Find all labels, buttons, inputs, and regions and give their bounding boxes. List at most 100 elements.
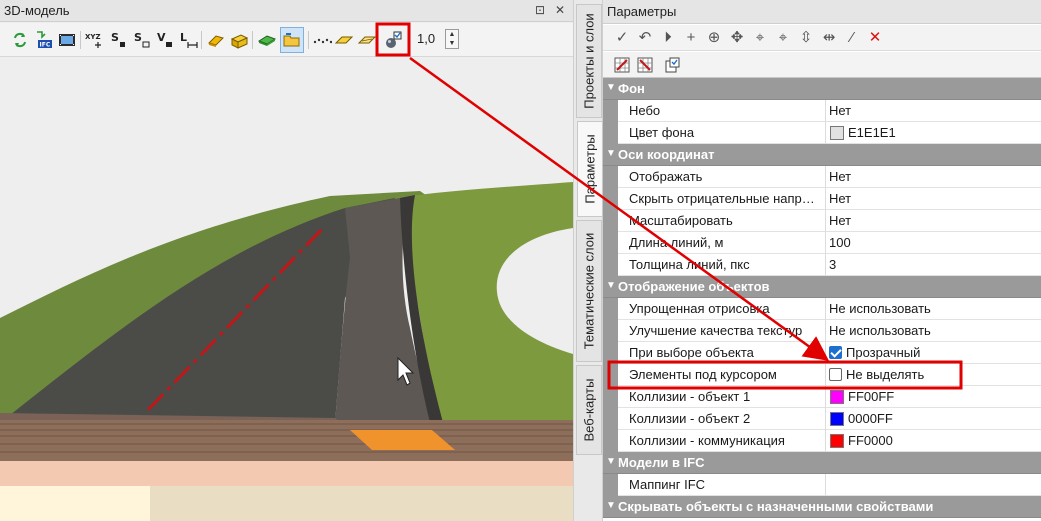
- chevron-down-icon[interactable]: ▼: [606, 455, 616, 469]
- s-point-icon[interactable]: S: [109, 30, 129, 50]
- undo-icon[interactable]: ↶: [636, 29, 654, 47]
- property-value[interactable]: Нет: [829, 103, 851, 118]
- group-header[interactable]: ▼ Модели в IFC: [603, 452, 1041, 474]
- property-value[interactable]: Нет: [829, 213, 851, 228]
- property-value[interactable]: 3: [829, 257, 836, 272]
- crosshair-icon[interactable]: ⊕: [705, 29, 723, 47]
- property-row[interactable]: Скрыть отрицательные напр… Нет: [603, 188, 1041, 210]
- folder-highlight-icon[interactable]: [282, 30, 302, 50]
- property-value[interactable]: E1E1E1: [848, 125, 896, 140]
- group-header[interactable]: ▼ Оси координат: [603, 144, 1041, 166]
- layer-green-icon[interactable]: [257, 30, 277, 50]
- grid-check-icon[interactable]: [613, 56, 631, 74]
- row-gutter: [603, 408, 618, 430]
- move-icon[interactable]: ✥: [728, 29, 746, 47]
- box-select-icon[interactable]: [229, 30, 249, 50]
- plane-outline-icon[interactable]: [357, 30, 377, 50]
- column-divider: [825, 254, 826, 276]
- ifc-import-icon[interactable]: IFC: [34, 30, 54, 50]
- spin-down-icon[interactable]: ▼: [446, 39, 458, 48]
- property-row[interactable]: Длина линий, м 100: [603, 232, 1041, 254]
- eraser-icon[interactable]: [206, 30, 226, 50]
- property-row[interactable]: Небо Нет: [603, 100, 1041, 122]
- select-text-icon[interactable]: ⌖: [774, 29, 792, 47]
- spin-up-icon[interactable]: ▲: [446, 30, 458, 39]
- property-value[interactable]: Не использовать: [829, 301, 931, 316]
- chevron-down-icon[interactable]: ▼: [606, 81, 616, 95]
- property-value[interactable]: Нет: [829, 191, 851, 206]
- toolbar-separator: [252, 31, 253, 49]
- property-row[interactable]: Коллизии - объект 1 FF00FF: [603, 386, 1041, 408]
- chevron-down-icon[interactable]: ▼: [606, 279, 616, 293]
- color-swatch[interactable]: [830, 412, 844, 426]
- zoom-spinner[interactable]: ▲ ▼: [445, 29, 459, 49]
- step-icon[interactable]: ⏵: [659, 29, 677, 47]
- tab-projects-layers[interactable]: Проекты и слои: [576, 4, 602, 118]
- property-row[interactable]: Улучшение качества текстур Не использоват…: [603, 320, 1041, 342]
- xyz-icon[interactable]: XYZ: [85, 30, 105, 50]
- delete-icon[interactable]: ✕: [866, 29, 884, 47]
- property-value[interactable]: Не выделять: [846, 367, 924, 382]
- row-gutter: [603, 430, 618, 452]
- property-name: Улучшение качества текстур: [629, 323, 803, 338]
- tab-parameters[interactable]: Параметры: [577, 121, 603, 217]
- property-value[interactable]: 100: [829, 235, 851, 250]
- row-gutter: [603, 474, 618, 496]
- property-value[interactable]: Не использовать: [829, 323, 931, 338]
- row-gutter: [603, 254, 618, 276]
- split-icon[interactable]: ⇹: [820, 29, 838, 47]
- toolbar-separator: [80, 31, 81, 49]
- property-value[interactable]: Прозрачный: [846, 345, 920, 360]
- tab-thematic-layers[interactable]: Тематические слои: [576, 220, 602, 362]
- property-row[interactable]: Маппинг IFC: [603, 474, 1041, 496]
- tab-label: Параметры: [582, 134, 598, 204]
- l-length-icon[interactable]: L: [178, 30, 198, 50]
- property-row[interactable]: При выборе объекта Прозрачный: [603, 342, 1041, 364]
- 3d-viewport[interactable]: [0, 58, 573, 521]
- film-icon[interactable]: [57, 30, 77, 50]
- group-header[interactable]: ▼ Отображение объектов: [603, 276, 1041, 298]
- cursor-highlight-icon[interactable]: [383, 30, 403, 50]
- select-point-icon[interactable]: ⌖: [751, 29, 769, 47]
- check-icon[interactable]: ✓: [613, 29, 631, 47]
- property-value[interactable]: FF0000: [848, 433, 893, 448]
- group-header[interactable]: ▼ Скрывать объекты с назначенными свойств…: [603, 496, 1041, 518]
- viewer-toolbar: IFC XYZ S S V L: [0, 23, 573, 57]
- chevron-down-icon[interactable]: ▼: [606, 499, 616, 513]
- s-area-icon[interactable]: S: [132, 30, 152, 50]
- float-icon[interactable]: ⊡: [532, 2, 548, 18]
- column-divider: [825, 386, 826, 408]
- property-row[interactable]: Отображать Нет: [603, 166, 1041, 188]
- property-value[interactable]: FF00FF: [848, 389, 894, 404]
- plane-icon[interactable]: [334, 30, 354, 50]
- grid-cross-icon[interactable]: [636, 56, 654, 74]
- property-row[interactable]: Коллизии - объект 2 0000FF: [603, 408, 1041, 430]
- property-row[interactable]: Элементы под курсором Не выделять: [603, 364, 1041, 386]
- property-row[interactable]: Цвет фона E1E1E1: [603, 122, 1041, 144]
- color-swatch[interactable]: [830, 390, 844, 404]
- property-row[interactable]: Толщина линий, пкс 3: [603, 254, 1041, 276]
- color-swatch[interactable]: [830, 434, 844, 448]
- row-gutter: [603, 188, 618, 210]
- chevron-down-icon[interactable]: ▼: [606, 147, 616, 161]
- zoom-value[interactable]: 1,0: [417, 31, 435, 46]
- color-swatch[interactable]: [830, 126, 844, 140]
- property-value[interactable]: 0000FF: [848, 411, 893, 426]
- refresh-icon[interactable]: [10, 30, 30, 50]
- plus-icon[interactable]: +: [682, 29, 700, 47]
- property-value[interactable]: Нет: [829, 169, 851, 184]
- checkbox[interactable]: [829, 346, 842, 359]
- close-icon[interactable]: ✕: [552, 2, 568, 18]
- pipette-icon[interactable]: ⁄: [843, 29, 861, 47]
- align-icon[interactable]: ⇳: [797, 29, 815, 47]
- dotted-line-icon[interactable]: [312, 30, 332, 50]
- copy-settings-icon[interactable]: [663, 56, 681, 74]
- v-volume-icon[interactable]: V: [155, 30, 175, 50]
- column-divider: [825, 408, 826, 430]
- property-row[interactable]: Масштабировать Нет: [603, 210, 1041, 232]
- property-row[interactable]: Упрощенная отрисовка Не использовать: [603, 298, 1041, 320]
- tab-web-maps[interactable]: Веб-карты: [576, 365, 602, 455]
- checkbox[interactable]: [829, 368, 842, 381]
- group-header[interactable]: ▼ Фон: [603, 78, 1041, 100]
- property-row[interactable]: Коллизии - коммуникация FF0000: [603, 430, 1041, 452]
